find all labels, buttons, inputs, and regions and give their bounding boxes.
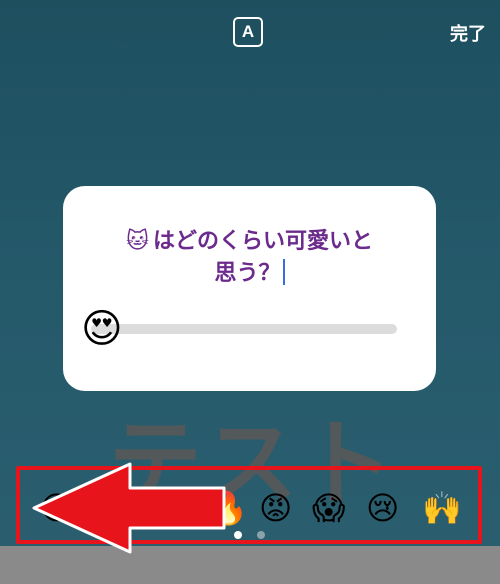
emoji-slider-sticker[interactable]: 🐱 はどのくらい可愛いと 思う？ 😍 bbox=[63, 186, 436, 391]
question-line-2: 思う？ bbox=[214, 261, 281, 286]
text-cursor bbox=[282, 259, 285, 285]
slider-track[interactable] bbox=[91, 324, 397, 334]
text-style-button[interactable]: A bbox=[233, 17, 263, 47]
left-arrow-icon bbox=[32, 462, 226, 554]
cat-face-icon: 🐱 bbox=[126, 229, 149, 254]
question-text[interactable]: 🐱 はどのくらい可愛いと 思う？ bbox=[93, 226, 406, 290]
slider-handle-heart-eyes-icon[interactable]: 😍 bbox=[81, 306, 123, 352]
top-bar: A 完了 bbox=[0, 0, 500, 70]
question-line-1: はどのくらい可愛いと bbox=[152, 229, 373, 254]
done-button[interactable]: 完了 bbox=[450, 20, 486, 46]
story-editor-screen: { "top_bar": { "text_style_label": "A", … bbox=[0, 0, 500, 584]
